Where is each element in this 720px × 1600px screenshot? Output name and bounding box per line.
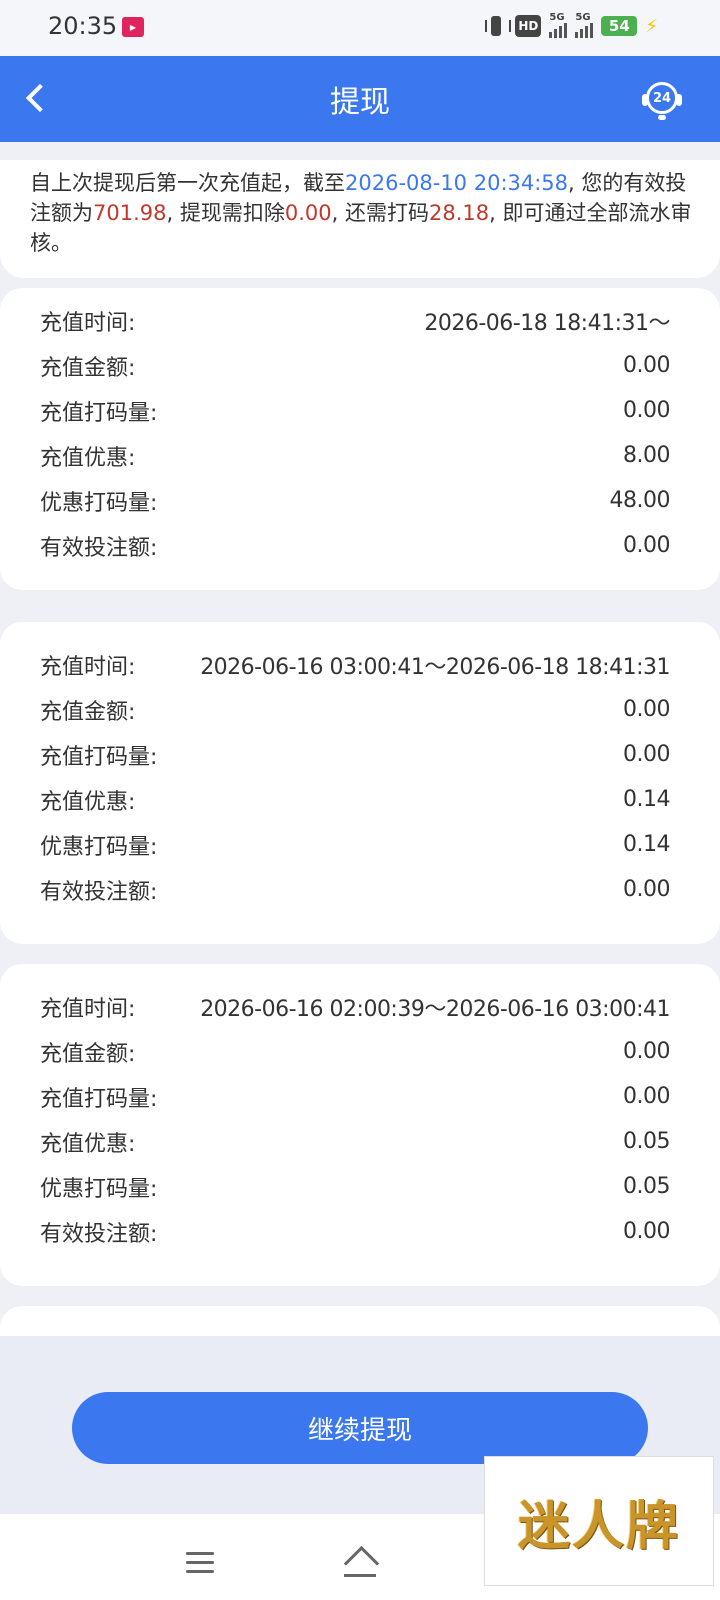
headset-support-icon[interactable]: 24 xyxy=(640,78,684,122)
continue-withdraw-button[interactable]: 继续提现 xyxy=(72,1392,648,1464)
record-bonus: 8.00 xyxy=(623,443,670,468)
record-row-amount: 充值金额: 0.00 xyxy=(40,1039,670,1067)
record-time: 2026-06-18 18:41:31～ xyxy=(424,310,670,336)
notification-app-icon: ▶ xyxy=(122,17,144,37)
record-row-time: 充值时间: 2026-06-16 03:00:41～2026-06-18 18:… xyxy=(40,642,670,687)
status-indicators: HD 5G 5G 54 ⚡ xyxy=(485,12,658,38)
app-header: 提现 24 xyxy=(0,56,720,142)
record-card: 充值时间: 2026-06-16 02:00:39～2026-06-16 03:… xyxy=(0,964,720,1286)
record-row-amount: 充值金额: 0.00 xyxy=(40,697,670,725)
notice-card: 自上次提现后第一次充值起，截至2026-08-10 20:34:58, 您的有效… xyxy=(0,160,720,278)
record-valid-bet: 0.00 xyxy=(623,533,670,558)
record-time: 2026-06-16 02:00:39～2026-06-16 03:00:41 xyxy=(200,996,670,1022)
notice-valid-bet: 701.98 xyxy=(93,201,167,225)
record-row-wager: 充值打码量: 0.00 xyxy=(40,398,670,426)
menu-icon[interactable] xyxy=(186,1552,214,1574)
notice-text: 自上次提现后第一次充值起，截至2026-08-10 20:34:58, 您的有效… xyxy=(30,171,692,255)
watermark-logo: 迷人牌 xyxy=(484,1456,714,1586)
record-amount: 0.00 xyxy=(623,1039,670,1064)
record-bonus: 0.14 xyxy=(623,787,670,812)
record-row-valid-bet: 有效投注额: 0.00 xyxy=(40,1219,670,1247)
record-wager: 0.00 xyxy=(623,742,670,767)
home-icon[interactable] xyxy=(342,1548,378,1578)
signal-icon: 5G xyxy=(549,12,568,38)
record-row-time: 充值时间: 2026-06-16 02:00:39～2026-06-16 03:… xyxy=(40,984,670,1029)
record-wager: 0.00 xyxy=(623,1084,670,1109)
record-row-valid-bet: 有效投注额: 0.00 xyxy=(40,533,670,561)
record-row-bonus-wager: 优惠打码量: 0.05 xyxy=(40,1174,670,1202)
record-row-bonus: 充值优惠: 0.05 xyxy=(40,1129,670,1157)
record-time: 2026-06-16 03:00:41～2026-06-18 18:41:31 xyxy=(200,654,670,680)
record-bonus: 0.05 xyxy=(623,1129,670,1154)
charging-icon: ⚡ xyxy=(645,15,658,37)
screen: 20:35 ▶ HD 5G 5G 54 ⚡ 提现 24 自上次提现后第一次充值起… xyxy=(0,0,720,1600)
status-time: 20:35 xyxy=(48,12,118,40)
record-wager: 0.00 xyxy=(623,398,670,423)
back-arrow-icon[interactable] xyxy=(16,76,60,120)
battery-icon: 54 xyxy=(601,16,638,36)
record-row-bonus-wager: 优惠打码量: 0.14 xyxy=(40,832,670,860)
page-title: 提现 xyxy=(330,85,390,120)
notice-deduction: 0.00 xyxy=(284,201,332,225)
record-valid-bet: 0.00 xyxy=(623,1219,670,1244)
notice-remaining: 28.18 xyxy=(428,201,490,225)
record-row-amount: 充值金额: 0.00 xyxy=(40,353,670,381)
support-badge: 24 xyxy=(642,82,682,114)
record-bonus-wager: 0.14 xyxy=(623,832,670,857)
record-valid-bet: 0.00 xyxy=(623,877,670,902)
record-card: 充值时间: 2026-06-18 18:41:31～ 充值金额: 0.00 充值… xyxy=(0,288,720,590)
record-card: 充值时间: 2026-06-16 03:00:41～2026-06-18 18:… xyxy=(0,622,720,944)
record-amount: 0.00 xyxy=(623,697,670,722)
record-row-time: 充值时间: 2026-06-18 18:41:31～ xyxy=(40,298,670,343)
record-card-partial xyxy=(0,1306,720,1336)
record-row-valid-bet: 有效投注额: 0.00 xyxy=(40,877,670,905)
record-row-bonus: 充值优惠: 8.00 xyxy=(40,443,670,471)
record-row-wager: 充值打码量: 0.00 xyxy=(40,742,670,770)
record-row-wager: 充值打码量: 0.00 xyxy=(40,1084,670,1112)
notice-datetime: 2026-08-10 20:34:58 xyxy=(345,171,569,195)
record-row-bonus: 充值优惠: 0.14 xyxy=(40,787,670,815)
record-bonus-wager: 0.05 xyxy=(623,1174,670,1199)
record-bonus-wager: 48.00 xyxy=(609,488,671,513)
status-bar: 20:35 ▶ HD 5G 5G 54 ⚡ xyxy=(0,0,720,56)
record-row-bonus-wager: 优惠打码量: 48.00 xyxy=(40,488,671,516)
signal-icon: 5G xyxy=(575,12,594,38)
hd-badge: HD xyxy=(515,15,542,37)
vibrate-icon xyxy=(485,14,512,38)
record-amount: 0.00 xyxy=(623,353,670,378)
